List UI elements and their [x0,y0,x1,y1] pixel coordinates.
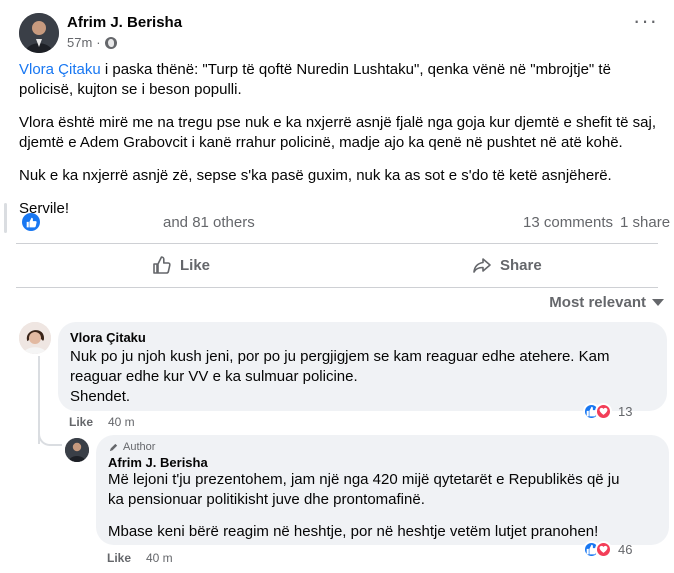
separator-dot: · [96,35,101,50]
reply-reactions[interactable]: 46 [583,541,632,558]
globe-icon [104,36,117,49]
reply-text-line: Mbase keni bërë reagim në heshtje, por n… [108,523,599,540]
reaction-icons [583,403,612,420]
reply-text-line: Më lejoni t'ju prezentohem, jam një nga … [108,471,620,488]
sort-label: Most relevant [549,294,646,311]
post-author-name[interactable]: Afrim J. Berisha [67,14,182,31]
reply-author-avatar[interactable] [65,438,89,462]
reply-bubble: Author Afrim J. Berisha Më lejoni t'ju p… [96,435,669,545]
reply-time[interactable]: 40 m [146,551,173,565]
reactions-summary[interactable]: and 81 others [163,214,255,231]
share-icon [473,258,491,273]
comment-sort-dropdown[interactable]: Most relevant [549,294,664,311]
caret-down-icon [652,299,664,306]
reply-like-link[interactable]: Like [107,551,131,565]
comment-like-link[interactable]: Like [69,415,93,429]
like-button-label: Like [180,256,211,274]
mention-link[interactable]: Vlora Çitaku [19,61,101,78]
heart-icon [595,403,612,420]
comment-time[interactable]: 40 m [108,415,135,429]
share-button-label: Share [500,256,542,274]
post-meta: 57m · [67,35,117,50]
divider-top [16,243,658,244]
reply-text-line: ka pensionuar politikisht juve dhe pront… [108,491,425,508]
reply-reaction-count: 46 [618,542,633,557]
like-icon[interactable] [22,213,40,231]
pen-icon [109,443,118,451]
comment-reaction-count: 13 [618,404,633,419]
reaction-icons [583,541,612,558]
divider-bottom [16,287,658,288]
share-button[interactable]: Share [472,248,542,282]
author-badge-label: Author [123,441,156,453]
commenter-avatar[interactable] [19,322,51,354]
post-paragraph-2: Vlora është mirë me na tregu pse nuk e k… [19,114,657,151]
more-icon[interactable]: ··· [633,10,658,32]
post-paragraph-3: Nuk e ka nxjerrë asnjë zë, sepse s'ka pa… [19,167,612,184]
heart-icon [595,541,612,558]
comment-text-line: Shendet. [70,388,131,405]
like-outline-icon [153,256,171,274]
scroll-indicator [4,203,7,233]
post-time[interactable]: 57m [67,35,92,50]
comment-text-line: Nuk po ju njoh kush jeni, por po ju perg… [70,348,610,365]
shares-count[interactable]: 1 share [620,214,670,231]
author-avatar[interactable] [19,13,59,53]
author-badge: Author [108,441,657,453]
comment-text-line: reaguar edhe kur VV e ka sulmuar policin… [70,368,358,385]
post-paragraph-1-text: i paska thënë: "Turp të qoftë Nuredin Lu… [19,61,611,98]
comments-count[interactable]: 13 comments [523,214,613,231]
post-text: Vlora Çitaku i paska thënë: "Turp të qof… [19,60,659,232]
comment-author-name[interactable]: Vlora Çitaku [70,330,655,345]
reply-author-name[interactable]: Afrim J. Berisha [108,455,657,470]
thread-connector [38,430,62,446]
comment-reactions[interactable]: 13 [583,403,632,420]
post-paragraph-1: Vlora Çitaku i paska thënë: "Turp të qof… [19,60,659,100]
like-button[interactable]: Like [152,248,210,282]
comment-bubble: Vlora Çitaku Nuk po ju njoh kush jeni, p… [58,322,667,411]
